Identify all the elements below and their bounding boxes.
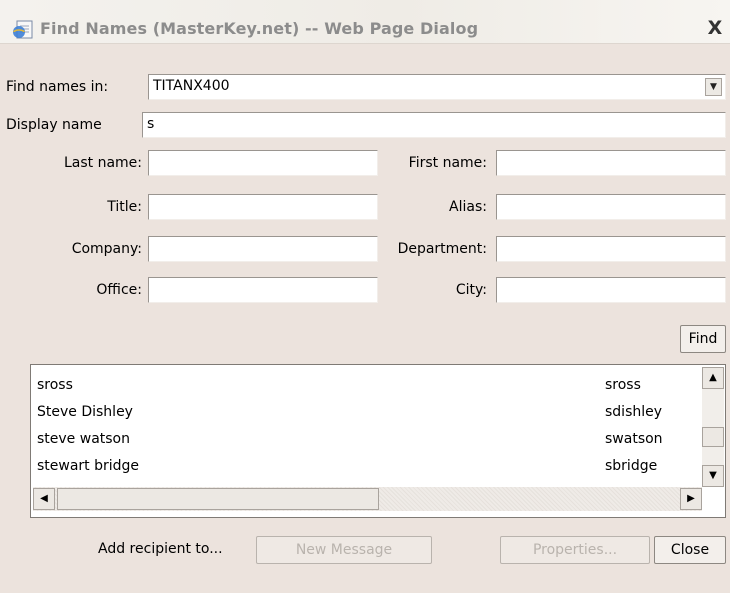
department-label: Department: <box>397 241 487 257</box>
result-name: Steve Dishley <box>37 404 133 420</box>
result-name: sross <box>37 377 73 393</box>
results-list[interactable]: sross sross Steve Dishley sdishley steve… <box>30 364 726 518</box>
alias-label: Alias: <box>449 199 487 215</box>
company-input[interactable] <box>148 236 378 262</box>
city-input[interactable] <box>496 277 726 303</box>
alias-input[interactable] <box>496 194 726 220</box>
result-name: stewart bridge <box>37 458 140 474</box>
first-name-input[interactable] <box>496 150 726 176</box>
display-name-input[interactable]: s <box>142 112 726 138</box>
list-item[interactable]: sross sross <box>37 377 641 397</box>
result-alias: sdishley <box>605 404 663 420</box>
list-item[interactable]: Steve Dishley sdishley <box>37 404 662 424</box>
department-input[interactable] <box>496 236 726 262</box>
display-name-label: Display name <box>6 117 102 133</box>
vertical-scrollbar[interactable]: ▲ ▼ <box>702 367 724 487</box>
close-icon[interactable]: X <box>704 17 726 39</box>
find-in-value: TITANX400 <box>153 78 230 94</box>
city-label: City: <box>455 282 487 298</box>
result-name: steve watson <box>37 431 130 447</box>
window-title: Find Names (MasterKey.net) -- Web Page D… <box>40 19 479 38</box>
new-message-button[interactable]: New Message <box>256 536 432 564</box>
title-bar: Find Names (MasterKey.net) -- Web Page D… <box>0 0 730 44</box>
company-label: Company: <box>71 241 142 257</box>
office-label: Office: <box>96 282 142 298</box>
properties-button[interactable]: Properties... <box>500 536 650 564</box>
vertical-scroll-thumb[interactable] <box>702 427 724 447</box>
last-name-input[interactable] <box>148 150 378 176</box>
find-in-select[interactable]: TITANX400 ▼ <box>148 74 726 100</box>
last-name-label: Last name: <box>63 155 142 171</box>
result-alias: sbridge <box>605 458 658 474</box>
scroll-right-icon[interactable]: ▶ <box>680 488 702 510</box>
scroll-up-icon[interactable]: ▲ <box>702 367 724 389</box>
close-button[interactable]: Close <box>654 536 726 564</box>
scroll-left-icon[interactable]: ◀ <box>33 488 55 510</box>
office-input[interactable] <box>148 277 378 303</box>
add-recipient-label: Add recipient to... <box>98 541 223 557</box>
list-item[interactable]: stewart bridge sbridge <box>37 458 657 478</box>
horizontal-scroll-thumb[interactable] <box>57 488 379 510</box>
title-label: Title: <box>107 199 142 215</box>
result-alias: sross <box>605 377 641 393</box>
first-name-label: First name: <box>408 155 487 171</box>
list-item[interactable]: steve watson swatson <box>37 431 663 451</box>
horizontal-scrollbar[interactable]: ◀ ▶ <box>33 487 702 511</box>
title-input[interactable] <box>148 194 378 220</box>
ie-page-icon <box>13 20 33 39</box>
find-button[interactable]: Find <box>680 325 726 353</box>
find-in-label: Find names in: <box>6 79 109 95</box>
result-alias: swatson <box>605 431 663 447</box>
chevron-down-icon[interactable]: ▼ <box>705 78 722 96</box>
scroll-down-icon[interactable]: ▼ <box>702 465 724 487</box>
